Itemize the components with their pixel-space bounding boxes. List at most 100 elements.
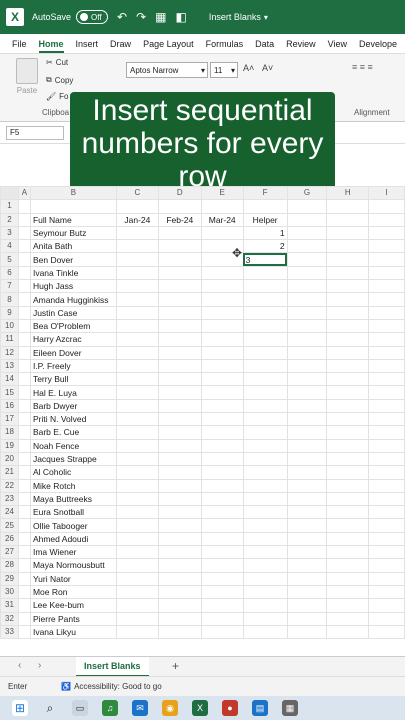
header-month[interactable]: Jan-24 [115,212,159,227]
cell[interactable] [115,292,159,307]
cell[interactable] [115,239,159,254]
cell[interactable] [326,491,370,507]
cell[interactable] [368,212,405,227]
cell[interactable] [368,584,405,600]
cell[interactable] [326,505,370,520]
cell[interactable] [242,279,288,294]
cell[interactable] [286,465,328,480]
cell[interactable] [242,571,288,586]
cell[interactable] [200,518,244,533]
cell[interactable] [242,265,288,281]
cell[interactable] [286,199,328,214]
cell[interactable] [29,199,117,214]
cell[interactable] [242,451,288,467]
tab-developer[interactable]: Develope [359,39,397,53]
cell[interactable] [368,372,405,387]
row-header[interactable]: 33 [0,624,19,640]
cell[interactable] [368,505,405,520]
cell[interactable] [286,305,328,320]
cell[interactable] [17,465,31,480]
name-cell[interactable]: Hugh Jass [29,279,117,294]
cell[interactable] [115,491,159,507]
cell[interactable] [326,345,370,360]
name-cell[interactable]: Maya Normousbutt [29,558,117,573]
tab-page-layout[interactable]: Page Layout [143,39,194,53]
cell[interactable] [157,239,202,254]
cell[interactable] [326,518,370,533]
cell[interactable] [115,372,159,387]
cell[interactable] [200,505,244,520]
cell[interactable] [368,385,405,400]
cell[interactable] [286,225,328,241]
cell[interactable] [368,558,405,573]
cell[interactable] [157,265,202,281]
cell[interactable] [326,531,370,547]
name-cell[interactable]: Noah Fence [29,438,117,453]
cell[interactable] [17,438,31,453]
cell[interactable] [242,491,288,507]
cell[interactable] [368,345,405,360]
name-box[interactable]: F5 [6,126,64,140]
cell[interactable] [17,611,31,626]
cell[interactable] [17,518,31,533]
cell[interactable] [17,225,31,241]
cell[interactable] [326,372,370,387]
cell[interactable] [157,598,202,613]
cell[interactable] [242,305,288,320]
chevron-down-icon[interactable]: ▾ [264,13,268,22]
cell[interactable] [368,252,405,267]
table-icon[interactable]: ▦ [155,10,166,24]
cell[interactable] [200,305,244,320]
cell[interactable] [242,412,288,427]
cell[interactable] [157,465,202,480]
cell[interactable] [286,372,328,387]
cell[interactable] [200,425,244,440]
cell[interactable] [115,265,159,281]
cell[interactable] [326,558,370,573]
cell[interactable] [157,558,202,573]
cell[interactable] [200,571,244,586]
name-cell[interactable]: Eura Snotball [29,505,117,520]
cell[interactable] [17,584,31,600]
cell[interactable] [200,318,244,334]
redo-icon[interactable]: ↷ [136,10,146,24]
name-cell[interactable]: Bea O'Problem [29,318,117,334]
cell[interactable] [115,252,159,267]
cell[interactable] [286,584,328,600]
cell[interactable] [200,412,244,427]
row-header[interactable]: 7 [0,279,19,294]
cell[interactable] [157,491,202,507]
cell[interactable] [200,292,244,307]
cell[interactable] [286,332,328,347]
cell[interactable] [115,465,159,480]
name-cell[interactable]: Mike Rotch [29,478,117,493]
cell[interactable] [286,425,328,440]
cell[interactable] [368,491,405,507]
cell[interactable] [200,332,244,347]
name-cell[interactable]: Barb E. Cue [29,425,117,440]
header-month[interactable]: Mar-24 [200,212,244,227]
name-cell[interactable]: Lee Kee-bum [29,598,117,613]
cell[interactable] [286,518,328,533]
cell[interactable] [242,545,288,560]
cell[interactable] [326,571,370,586]
cell[interactable] [17,199,31,214]
cell[interactable] [115,385,159,400]
cell[interactable] [115,225,159,241]
name-cell[interactable]: Ben Dover [29,252,117,267]
cell[interactable] [286,598,328,613]
cell[interactable] [157,279,202,294]
cell[interactable] [17,345,31,360]
cell[interactable] [157,438,202,453]
cell[interactable] [115,318,159,334]
cell[interactable] [115,358,159,374]
cell[interactable] [326,385,370,400]
cell[interactable] [200,624,244,640]
cell[interactable] [242,558,288,573]
document-title[interactable]: Insert Blanks [209,12,261,22]
recorder-icon[interactable]: ● [222,700,238,716]
column-header-f[interactable]: F [242,186,288,201]
add-sheet-button[interactable]: + [172,659,179,673]
cell[interactable] [115,531,159,547]
cell[interactable] [286,345,328,360]
